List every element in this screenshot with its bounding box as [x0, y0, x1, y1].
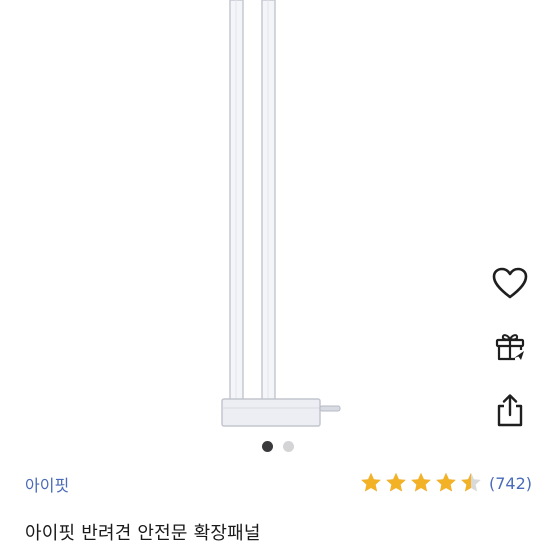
star-full-icon: [411, 472, 431, 492]
star-half-icon: [461, 472, 481, 492]
carousel-dot-1[interactable]: [261, 440, 273, 452]
wishlist-button[interactable]: [490, 263, 530, 303]
gift-button[interactable]: [490, 326, 530, 366]
share-button[interactable]: [490, 390, 530, 430]
product-image[interactable]: [0, 0, 555, 440]
carousel-pagination: [0, 439, 555, 453]
star-full-icon: [361, 472, 381, 492]
product-title: 아이핏 반려견 안전문 확장패널: [25, 523, 261, 544]
gift-icon: [495, 334, 525, 361]
brand-link[interactable]: 아이핏: [25, 472, 69, 496]
carousel-dot-2[interactable]: [282, 440, 294, 452]
star-full-icon: [436, 472, 456, 492]
star-full-icon: [386, 472, 406, 492]
share-icon: [497, 394, 523, 427]
review-count[interactable]: (742): [489, 474, 532, 493]
heart-icon: [492, 267, 528, 299]
product-rating[interactable]: (742): [359, 471, 532, 495]
pet-gate-extension-panel-image: [221, 0, 341, 427]
rating-stars: [359, 471, 483, 495]
